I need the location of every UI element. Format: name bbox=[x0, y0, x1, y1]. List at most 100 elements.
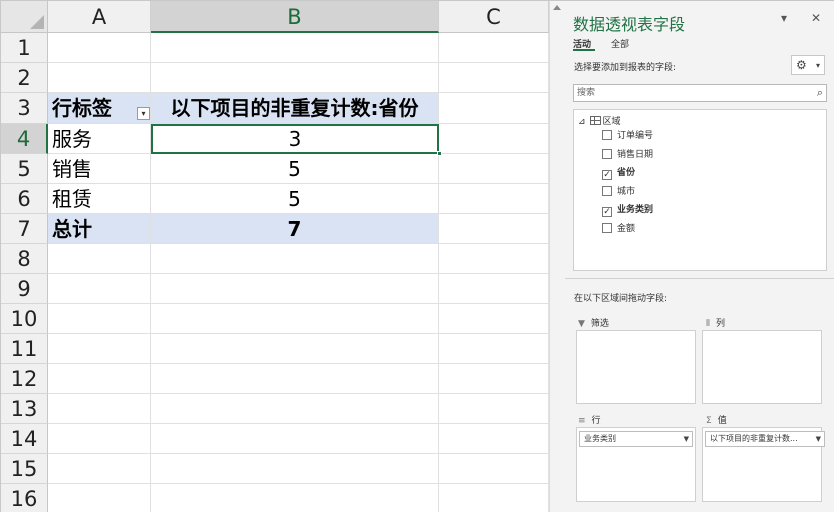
chevron-down-icon[interactable]: ▼ bbox=[684, 432, 689, 446]
pivot-item-label[interactable]: 服务 bbox=[48, 124, 151, 154]
cell-c7[interactable] bbox=[439, 214, 549, 244]
field-checkbox[interactable] bbox=[602, 130, 612, 140]
row-header-11[interactable]: 11 bbox=[1, 334, 48, 364]
scroll-up-arrow-icon[interactable] bbox=[553, 5, 561, 10]
cell-c10[interactable] bbox=[439, 304, 549, 334]
column-header-a[interactable]: A bbox=[48, 1, 151, 33]
cell-b11[interactable] bbox=[151, 334, 439, 364]
cell-c2[interactable] bbox=[439, 63, 549, 93]
cell-a1[interactable] bbox=[48, 33, 151, 63]
cell-c3[interactable] bbox=[439, 93, 549, 124]
row-header-6[interactable]: 6 bbox=[1, 184, 48, 214]
tab-all[interactable]: 全部 bbox=[611, 37, 629, 50]
field-item[interactable]: 销售日期 bbox=[602, 147, 653, 160]
tab-active-underline bbox=[573, 49, 595, 51]
cell-b13[interactable] bbox=[151, 394, 439, 424]
search-icon[interactable]: ⌕ bbox=[817, 85, 823, 101]
field-item[interactable]: ✓ 省份 bbox=[602, 165, 635, 180]
row-header-3[interactable]: 3 bbox=[1, 93, 48, 124]
cell-a16[interactable] bbox=[48, 484, 151, 512]
row-header-15[interactable]: 15 bbox=[1, 454, 48, 484]
cell-c15[interactable] bbox=[439, 454, 549, 484]
vertical-scrollbar[interactable] bbox=[549, 1, 565, 512]
pivot-item-value[interactable]: 3 bbox=[151, 124, 439, 154]
row-header-8[interactable]: 8 bbox=[1, 244, 48, 274]
row-header-2[interactable]: 2 bbox=[1, 63, 48, 93]
row-header-16[interactable]: 16 bbox=[1, 484, 48, 512]
pivot-item-label[interactable]: 租赁 bbox=[48, 184, 151, 214]
close-icon[interactable]: ✕ bbox=[811, 11, 821, 25]
columns-drop-zone[interactable] bbox=[702, 330, 822, 404]
cell-a13[interactable] bbox=[48, 394, 151, 424]
cell-b16[interactable] bbox=[151, 484, 439, 512]
cell-a2[interactable] bbox=[48, 63, 151, 93]
pane-splitter[interactable] bbox=[565, 278, 834, 279]
pivot-row-labels-header[interactable]: 行标签 bbox=[48, 93, 151, 124]
pivot-item-value[interactable]: 5 bbox=[151, 154, 439, 184]
row-header-5[interactable]: 5 bbox=[1, 154, 48, 184]
cell-b9[interactable] bbox=[151, 274, 439, 304]
cell-c14[interactable] bbox=[439, 424, 549, 454]
cell-c11[interactable] bbox=[439, 334, 549, 364]
cell-b15[interactable] bbox=[151, 454, 439, 484]
field-checkbox-checked[interactable]: ✓ bbox=[602, 170, 612, 180]
row-header-13[interactable]: 13 bbox=[1, 394, 48, 424]
field-item[interactable]: 金额 bbox=[602, 221, 635, 234]
cell-c12[interactable] bbox=[439, 364, 549, 394]
cell-a15[interactable] bbox=[48, 454, 151, 484]
row-header-14[interactable]: 14 bbox=[1, 424, 48, 454]
cell-a10[interactable] bbox=[48, 304, 151, 334]
cell-c1[interactable] bbox=[439, 33, 549, 63]
cell-c5[interactable] bbox=[439, 154, 549, 184]
values-field-chip[interactable]: 以下项目的非重复计数... ▼ bbox=[705, 431, 825, 447]
cell-a14[interactable] bbox=[48, 424, 151, 454]
fill-handle[interactable] bbox=[437, 151, 442, 156]
filter-drop-zone[interactable] bbox=[576, 330, 696, 404]
cell-c8[interactable] bbox=[439, 244, 549, 274]
pivot-value-header[interactable]: 以下项目的非重复计数:省份 bbox=[151, 93, 439, 124]
cell-c16[interactable] bbox=[439, 484, 549, 512]
row-header-4[interactable]: 4 bbox=[1, 124, 48, 154]
field-item[interactable]: 城市 bbox=[602, 184, 635, 197]
cell-a11[interactable] bbox=[48, 334, 151, 364]
row-header-7[interactable]: 7 bbox=[1, 214, 48, 244]
field-tree-root[interactable]: ⊿ 区域 bbox=[578, 114, 621, 127]
row-header-1[interactable]: 1 bbox=[1, 33, 48, 63]
cell-a9[interactable] bbox=[48, 274, 151, 304]
cell-b8[interactable] bbox=[151, 244, 439, 274]
field-checkbox[interactable] bbox=[602, 149, 612, 159]
field-checkbox[interactable] bbox=[602, 223, 612, 233]
cell-c4[interactable] bbox=[439, 124, 549, 154]
column-header-c[interactable]: C bbox=[439, 1, 549, 33]
pane-settings-button[interactable]: ⚙ ▾ bbox=[791, 55, 825, 75]
cell-c9[interactable] bbox=[439, 274, 549, 304]
pane-options-chevron-icon[interactable]: ▾ bbox=[781, 11, 787, 25]
cell-c13[interactable] bbox=[439, 394, 549, 424]
cell-b2[interactable] bbox=[151, 63, 439, 93]
row-header-10[interactable]: 10 bbox=[1, 304, 48, 334]
field-search-input[interactable]: 搜索 ⌕ bbox=[573, 84, 827, 102]
pivot-filter-dropdown-icon[interactable]: ▾ bbox=[137, 107, 150, 120]
cell-b12[interactable] bbox=[151, 364, 439, 394]
chevron-down-icon[interactable]: ▼ bbox=[816, 432, 821, 446]
field-checkbox-checked[interactable]: ✓ bbox=[602, 207, 612, 217]
row-header-12[interactable]: 12 bbox=[1, 364, 48, 394]
cell-a12[interactable] bbox=[48, 364, 151, 394]
pivot-grand-total-value[interactable]: 7 bbox=[151, 214, 439, 244]
cell-c6[interactable] bbox=[439, 184, 549, 214]
pivot-item-label[interactable]: 销售 bbox=[48, 154, 151, 184]
field-checkbox[interactable] bbox=[602, 186, 612, 196]
select-all-corner[interactable] bbox=[1, 1, 48, 33]
pivot-grand-total-label[interactable]: 总计 bbox=[48, 214, 151, 244]
pivot-item-value[interactable]: 5 bbox=[151, 184, 439, 214]
rows-field-chip[interactable]: 业务类别 ▼ bbox=[579, 431, 693, 447]
collapse-toggle-icon[interactable]: ⊿ bbox=[578, 117, 586, 127]
cell-b10[interactable] bbox=[151, 304, 439, 334]
field-item[interactable]: 订单编号 bbox=[602, 128, 653, 141]
cell-a8[interactable] bbox=[48, 244, 151, 274]
field-item[interactable]: ✓ 业务类别 bbox=[602, 202, 653, 217]
row-header-9[interactable]: 9 bbox=[1, 274, 48, 304]
cell-b1[interactable] bbox=[151, 33, 439, 63]
cell-b14[interactable] bbox=[151, 424, 439, 454]
column-header-b[interactable]: B bbox=[151, 1, 439, 33]
